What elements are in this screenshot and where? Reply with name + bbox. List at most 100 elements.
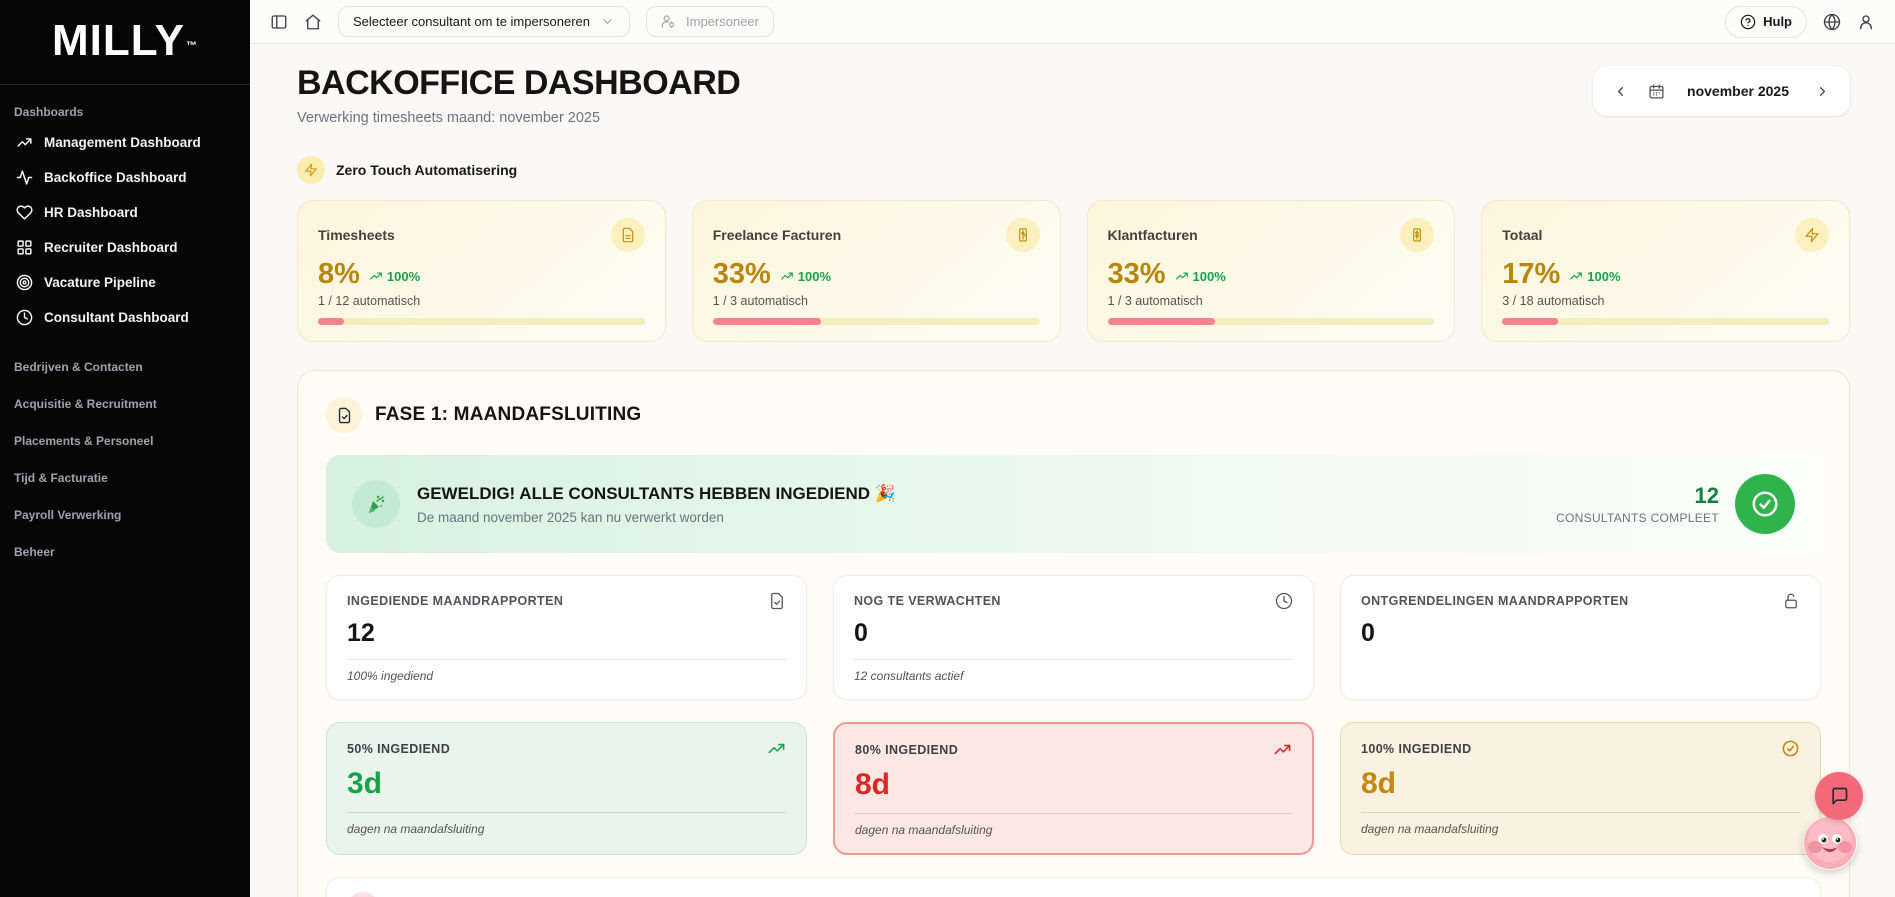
divider	[347, 812, 786, 813]
file-text-icon	[610, 218, 645, 252]
threshold-label: 100% INGEDIEND	[1361, 741, 1472, 756]
zt-card-value: 8%	[318, 258, 360, 290]
divider	[347, 659, 786, 660]
file-check-icon	[768, 592, 786, 610]
sidebar-item-recruiter-dashboard[interactable]: Recruiter Dashboard	[12, 230, 238, 265]
sidebar-item-vacature-pipeline[interactable]: Vacature Pipeline	[12, 265, 238, 300]
activity-icon	[16, 169, 33, 186]
help-button[interactable]: Hulp	[1725, 5, 1807, 38]
sidebar-item-label: Backoffice Dashboard	[44, 170, 187, 185]
month-navigator: november 2025	[1593, 66, 1850, 116]
month-label[interactable]: november 2025	[1681, 83, 1795, 99]
zt-card-value: 17%	[1502, 258, 1561, 290]
layout-grid-icon	[16, 239, 33, 256]
stat-note: 100% ingediend	[347, 669, 434, 683]
sidebar-item-management-dashboard[interactable]: Management Dashboard	[12, 125, 238, 160]
sidebar-section-placements[interactable]: Placements & Personeel	[0, 411, 250, 448]
panel-toggle-icon[interactable]	[270, 13, 288, 31]
sidebar-section-bedrijven[interactable]: Bedrijven & Contacten	[0, 337, 250, 374]
sidebar-section-acquisitie[interactable]: Acquisitie & Recruitment	[0, 374, 250, 411]
clock-icon	[1275, 592, 1293, 610]
threshold-card-50[interactable]: 50% INGEDIEND 3d dagen na maandafsluitin…	[326, 722, 807, 855]
zt-card-timesheets[interactable]: Timesheets 8% 100% 1 / 12 automatisch	[297, 200, 666, 342]
zt-card-value: 33%	[712, 258, 771, 290]
zt-card-value: 33%	[1107, 258, 1166, 290]
file-check-icon	[326, 397, 362, 433]
sidebar-section-dashboards: Dashboards	[14, 105, 84, 119]
check-circle-icon	[1781, 739, 1800, 758]
sidebar-item-backoffice-dashboard[interactable]: Backoffice Dashboard	[12, 160, 238, 195]
stat-label: ONTGRENDELINGEN MAANDRAPPORTEN	[1361, 594, 1629, 608]
zt-card-label: Timesheets	[318, 227, 395, 243]
page-subtitle: Verwerking timesheets maand: november 20…	[297, 110, 601, 126]
progress-fill	[1502, 318, 1558, 325]
consultant-select[interactable]: Selecteer consultant om te impersoneren	[338, 6, 631, 37]
sidebar-item-label: Consultant Dashboard	[44, 310, 189, 325]
trending-up-icon	[16, 134, 33, 151]
fase1-section: FASE 1: MAANDAFSLUITING GEWELDIG! ALLE C…	[297, 370, 1850, 897]
divider	[855, 813, 1292, 814]
next-month-button[interactable]	[1811, 80, 1834, 103]
zt-card-detail: 1 / 3 automatisch	[1107, 294, 1203, 308]
page-title: BACKOFFICE DASHBOARD	[297, 64, 741, 102]
progress-track	[1107, 318, 1435, 325]
consultant-select-label: Selecteer consultant om te impersoneren	[353, 14, 591, 29]
stat-value: 0	[854, 619, 868, 647]
trending-up-icon	[780, 272, 793, 280]
home-icon[interactable]	[304, 13, 322, 31]
zero-touch-title: Zero Touch Automatisering	[336, 162, 518, 178]
impersonate-label: Impersoneer	[686, 14, 759, 29]
sidebar-section-payroll[interactable]: Payroll Verwerking	[0, 485, 250, 522]
sidebar-section-tijd[interactable]: Tijd & Facturatie	[0, 448, 250, 485]
stat-card-ontgrendelingen-maandrapporten[interactable]: ONTGRENDELINGEN MAANDRAPPORTEN 0	[1340, 575, 1821, 700]
threshold-value: 8d	[855, 768, 891, 801]
trending-up-icon	[347, 892, 379, 897]
banknote-icon	[1005, 218, 1040, 252]
user-icon[interactable]	[1857, 13, 1875, 31]
progress-track	[712, 318, 1040, 325]
zap-icon	[297, 156, 325, 184]
sidebar-item-label: Vacature Pipeline	[44, 275, 156, 290]
trending-up-icon	[370, 272, 382, 280]
zt-card-totaal[interactable]: Totaal 17% 100% 3 / 18 automatisch	[1481, 200, 1850, 342]
target-icon	[16, 274, 33, 291]
stat-label: NOG TE VERWACHTEN	[854, 594, 1001, 608]
zt-card-label: Totaal	[1502, 227, 1543, 243]
trending-up-icon	[767, 739, 786, 758]
threshold-value: 8d	[1361, 767, 1397, 800]
prev-month-button[interactable]	[1609, 80, 1632, 103]
fase1-title: FASE 1: MAANDAFSLUITING	[375, 404, 642, 425]
threshold-card-100[interactable]: 100% INGEDIEND 8d dagen na maandafsluiti…	[1340, 722, 1821, 855]
assistant-avatar-button[interactable]	[1803, 816, 1857, 870]
globe-icon[interactable]	[1823, 13, 1841, 31]
clock-icon	[16, 309, 33, 326]
main-content: BACKOFFICE DASHBOARD Verwerking timeshee…	[250, 0, 1895, 897]
threshold-label: 50% INGEDIEND	[347, 741, 451, 756]
zt-card-freelance-facturen[interactable]: Freelance Facturen 33% 100% 1 / 3 automa…	[691, 200, 1061, 342]
banner-subtitle: De maand november 2025 kan nu verwerkt w…	[417, 509, 724, 525]
stat-note: 12 consultants actief	[854, 669, 964, 683]
divider	[854, 659, 1293, 660]
sidebar-section-beheer[interactable]: Beheer	[0, 522, 250, 559]
user-cog-icon	[661, 14, 676, 29]
divider	[1361, 812, 1800, 813]
threshold-note: dagen na maandafsluiting	[347, 822, 485, 836]
threshold-label: 80% INGEDIEND	[855, 742, 959, 757]
stat-card-nog-te-verwachten[interactable]: NOG TE VERWACHTEN 0 12 consultants actie…	[833, 575, 1314, 700]
stat-value: 0	[1361, 619, 1375, 647]
threshold-card-80[interactable]: 80% INGEDIEND 8d dagen na maandafsluitin…	[833, 722, 1314, 855]
indiening-timeline-toggle[interactable]: INDIENING TIMELINE	[326, 877, 1821, 897]
sidebar-item-label: HR Dashboard	[44, 205, 138, 220]
stat-card-ingediende-maandrapporten[interactable]: INGEDIENDE MAANDRAPPORTEN 12 100% ingedi…	[326, 575, 807, 700]
impersonate-button[interactable]: Impersoneer	[646, 6, 774, 37]
chat-button[interactable]	[1815, 772, 1863, 820]
topbar: Selecteer consultant om te impersoneren …	[250, 0, 1895, 44]
zt-card-trend: 100%	[1569, 269, 1621, 284]
sidebar-item-consultant-dashboard[interactable]: Consultant Dashboard	[12, 300, 238, 335]
sidebar-item-hr-dashboard[interactable]: HR Dashboard	[12, 195, 238, 230]
trending-up-icon	[1273, 740, 1292, 759]
zt-card-klantfacturen[interactable]: Klantfacturen 33% 100% 1 / 3 automatisch	[1086, 200, 1456, 342]
progress-track	[318, 318, 645, 325]
zt-card-detail: 3 / 18 automatisch	[1502, 294, 1605, 308]
zt-card-trend: 100%	[1175, 269, 1226, 284]
